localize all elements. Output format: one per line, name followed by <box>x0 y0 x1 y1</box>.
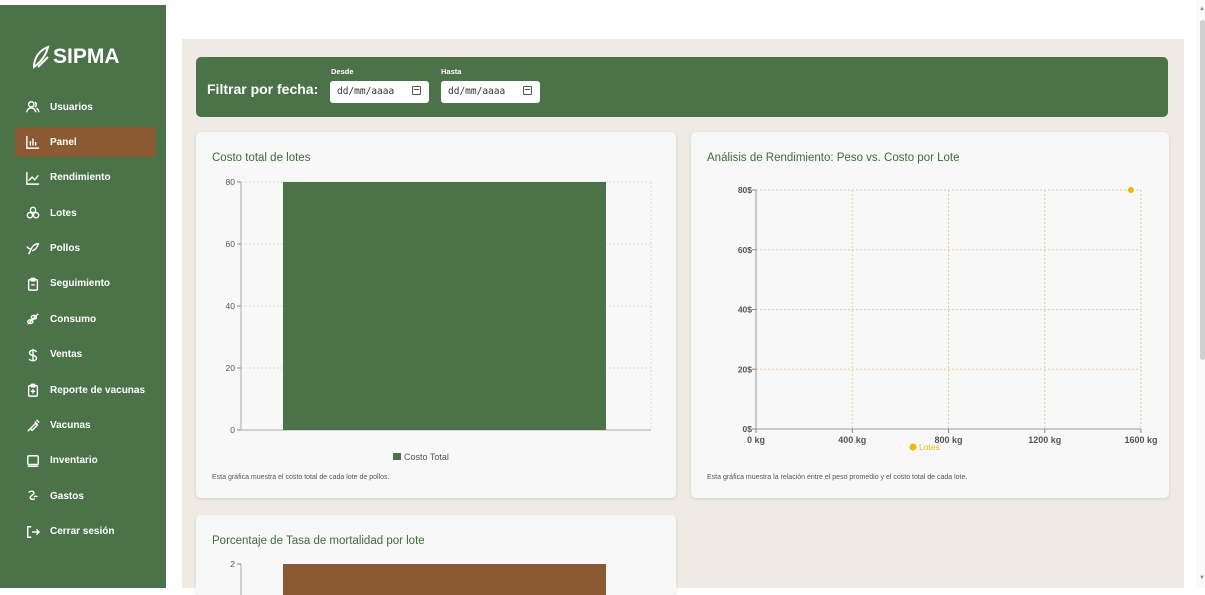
syringe-icon <box>25 418 41 434</box>
sidebar-item-panel[interactable]: Panel <box>15 127 156 158</box>
scroll-up-arrow-icon[interactable]: ▲ <box>1199 6 1205 12</box>
x-tick-label: 1600 kg <box>1124 435 1157 445</box>
sidebar-item-label: Usuarios <box>50 101 93 113</box>
y-tick-label: 40 <box>226 301 236 311</box>
mortality-chart-card: Porcentaje de Tasa de mortalidad por lot… <box>196 515 676 595</box>
sidebar-item-seguimiento[interactable]: Seguimiento <box>15 269 156 299</box>
sidebar-item-label: Seguimiento <box>50 278 111 290</box>
mortality-chart: 2 <box>230 559 606 595</box>
legend-label: Lotes <box>919 442 940 452</box>
top-bar <box>166 0 1196 30</box>
sidebar-item-label: Panel <box>50 136 77 148</box>
clipboard-plus-icon <box>25 382 41 398</box>
date-filter-bar: Filtrar por fecha: Desde dd/mm/aaaa Hast… <box>196 57 1168 117</box>
mortality-chart-title: Porcentaje de Tasa de mortalidad por lot… <box>212 535 425 547</box>
filter-title: Filtrar por fecha: <box>207 81 319 97</box>
sidebar-item-consumo[interactable]: Consumo <box>15 304 156 334</box>
from-date-input[interactable]: dd/mm/aaaa <box>330 81 429 103</box>
sidebar-item-label: Pollos <box>50 243 81 255</box>
sidebar-item-label: Inventario <box>50 455 98 467</box>
calendar-icon[interactable] <box>523 86 532 95</box>
sidebar-item-label: Consumo <box>50 313 97 325</box>
legend-swatch <box>393 453 401 460</box>
cost-chart-card: Costo total de lotes 0 20 40 60 80 Costo Tota… <box>196 132 676 498</box>
sidebar-item-rendimiento[interactable]: Rendimiento <box>15 163 156 193</box>
bird-icon <box>25 241 41 257</box>
sidebar-item-inventario[interactable]: Inventario <box>15 446 156 476</box>
y-tick-label: 40$ <box>738 305 752 315</box>
to-label: Hasta <box>441 67 462 76</box>
sidebar-item-label: Lotes <box>50 207 77 219</box>
sidebar-item-gastos[interactable]: Gastos <box>15 481 156 511</box>
y-tick-label: 20 <box>226 363 236 373</box>
scroll-down-arrow-icon[interactable]: ▼ <box>1199 575 1205 581</box>
from-label: Desde <box>331 67 354 76</box>
x-tick-label: 1200 kg <box>1028 435 1061 445</box>
sidebar: SIPMA Usuarios Panel Rendimiento Lotes Pollo… <box>0 5 166 588</box>
sidebar-item-label: Reporte de vacunas <box>50 384 146 396</box>
money-icon <box>25 488 41 504</box>
bar <box>283 182 606 430</box>
performance-chart-description: Esta gráfica muestra la relación entre e… <box>707 474 968 481</box>
app-logo[interactable]: SIPMA <box>30 45 120 69</box>
performance-chart-card: Análisis de Rendimiento: Peso vs. Costo … <box>691 132 1169 498</box>
sidebar-item-label: Gastos <box>50 490 84 502</box>
sidebar-item-label: Ventas <box>50 349 83 361</box>
leaf-logo-icon <box>32 45 50 69</box>
bar <box>283 564 606 595</box>
calendar-icon[interactable] <box>412 86 421 95</box>
performance-chart: 0$20$40$60$80$0 kg 400 kg 800 kg 1200 kg 160… <box>738 185 1158 452</box>
performance-chart-title: Análisis de Rendimiento: Peso vs. Costo … <box>707 152 960 164</box>
sidebar-item-label: Rendimiento <box>50 172 111 184</box>
sidebar-item-lotes[interactable]: Lotes <box>15 198 156 228</box>
to-date-placeholder: dd/mm/aaaa <box>448 86 506 97</box>
y-tick-label: 80 <box>226 177 236 187</box>
to-date-input[interactable]: dd/mm/aaaa <box>441 81 540 103</box>
sidebar-nav: Usuarios Panel Rendimiento Lotes Pollos Segui… <box>15 92 156 552</box>
y-tick-label: 2 <box>230 559 235 569</box>
inventory-icon <box>25 453 41 469</box>
y-tick-label: 60$ <box>738 245 752 255</box>
dollar-icon <box>25 347 41 363</box>
line-chart-icon <box>25 170 41 186</box>
scatter-point <box>1128 187 1134 193</box>
sidebar-item-ventas[interactable]: Ventas <box>15 340 156 370</box>
sidebar-item-usuarios[interactable]: Usuarios <box>15 92 156 122</box>
logo-text: SIPMA <box>53 45 120 68</box>
sidebar-item-pollos[interactable]: Pollos <box>15 234 156 264</box>
cost-chart-title: Costo total de lotes <box>212 152 311 164</box>
logout-icon <box>25 524 41 540</box>
y-tick-label: 0 <box>230 425 235 435</box>
legend-label: Costo Total <box>404 452 449 462</box>
y-tick-label: 0$ <box>743 424 753 434</box>
sidebar-item-label: Cerrar sesión <box>50 526 115 538</box>
sidebar-item-label: Vacunas <box>50 420 91 432</box>
clipboard-icon <box>25 276 41 292</box>
y-tick-label: 20$ <box>738 364 752 374</box>
cost-chart: 0 20 40 60 80 Costo Total <box>226 177 652 462</box>
sidebar-item-cerrar-sesi-n[interactable]: Cerrar sesión <box>15 517 156 547</box>
scrollbar-thumb[interactable] <box>1200 20 1205 360</box>
cost-chart-description: Esta gráfica muestra el costo total de c… <box>212 474 390 481</box>
from-date-placeholder: dd/mm/aaaa <box>337 86 395 97</box>
cluster-icon <box>25 205 41 221</box>
y-tick-label: 80$ <box>738 185 752 195</box>
y-tick-label: 60 <box>226 239 236 249</box>
legend-swatch <box>909 443 917 451</box>
feed-icon <box>25 311 41 327</box>
sidebar-item-vacunas[interactable]: Vacunas <box>15 411 156 441</box>
sidebar-item-reporte-de-vacunas[interactable]: Reporte de vacunas <box>15 375 156 405</box>
users-icon <box>25 99 41 115</box>
x-tick-label: 0 kg <box>747 435 765 445</box>
bar-chart-icon <box>25 134 41 150</box>
x-tick-label: 400 kg <box>838 435 866 445</box>
